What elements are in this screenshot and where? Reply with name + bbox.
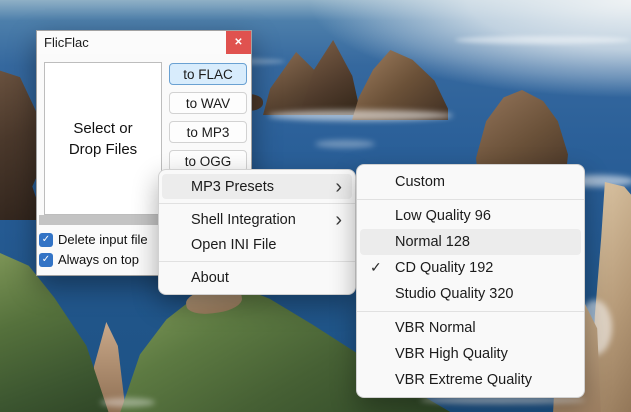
drop-area-text: Drop Files: [69, 139, 137, 160]
menu-item-label: Open INI File: [191, 237, 276, 253]
window-title: FlicFlac: [44, 35, 89, 50]
checkbox-checked-icon: ✓: [39, 253, 53, 267]
to-wav-button[interactable]: to WAV: [169, 92, 247, 114]
submenu-item-custom[interactable]: Custom: [360, 169, 581, 195]
submenu-item-vbr-extreme-quality[interactable]: VBR Extreme Quality: [360, 367, 581, 393]
to-flac-button[interactable]: to FLAC: [169, 63, 247, 85]
desktop: FlicFlac ✕ Select or Drop Files to FLAC …: [0, 0, 631, 412]
submenu-item-normal-128[interactable]: Normal 128: [360, 229, 581, 255]
submenu-item-low-quality-96[interactable]: Low Quality 96: [360, 203, 581, 229]
menu-item-label: VBR Normal: [395, 320, 476, 336]
checkbox-always-on-top[interactable]: ✓ Always on top: [39, 252, 139, 267]
foam: [315, 140, 375, 148]
menu-item-label: CD Quality 192: [395, 260, 493, 276]
drop-area-text: Select or: [69, 118, 137, 139]
menu-item-label: MP3 Presets: [191, 179, 274, 195]
menu-item-mp3-presets[interactable]: MP3 Presets ›: [162, 174, 352, 199]
submenu-item-vbr-normal[interactable]: VBR Normal: [360, 315, 581, 341]
checkmark-icon: ✓: [370, 259, 382, 276]
menu-item-shell-integration[interactable]: Shell Integration ›: [162, 207, 352, 232]
checkbox-checked-icon: ✓: [39, 233, 53, 247]
submenu-item-cd-quality-192[interactable]: ✓ CD Quality 192: [360, 255, 581, 281]
chevron-right-icon: ›: [335, 180, 342, 194]
menu-separator: [159, 203, 355, 204]
menu-separator: [159, 261, 355, 262]
wave-streak: [455, 36, 631, 44]
mp3-presets-submenu: Custom Low Quality 96 Normal 128 ✓ CD Qu…: [356, 164, 585, 398]
menu-item-open-ini-file[interactable]: Open INI File: [162, 232, 352, 257]
checkbox-label: Delete input file: [58, 232, 148, 247]
submenu-item-vbr-high-quality[interactable]: VBR High Quality: [360, 341, 581, 367]
menu-item-label: About: [191, 270, 229, 286]
menu-item-label: Shell Integration: [191, 212, 296, 228]
menu-item-label: Studio Quality 320: [395, 286, 514, 302]
menu-separator: [357, 199, 584, 200]
menu-separator: [357, 311, 584, 312]
checkbox-label: Always on top: [58, 252, 139, 267]
submenu-item-studio-quality-320[interactable]: Studio Quality 320: [360, 281, 581, 307]
close-button[interactable]: ✕: [226, 31, 251, 54]
menu-item-label: Low Quality 96: [395, 208, 491, 224]
close-icon: ✕: [234, 37, 242, 48]
foam: [100, 398, 155, 407]
context-menu: MP3 Presets › Shell Integration › Open I…: [158, 169, 356, 295]
menu-item-label: VBR Extreme Quality: [395, 372, 532, 388]
menu-item-label: VBR High Quality: [395, 346, 508, 362]
menu-item-label: Custom: [395, 174, 445, 190]
foam: [268, 110, 453, 121]
menu-item-label: Normal 128: [395, 234, 470, 250]
to-mp3-button[interactable]: to MP3: [169, 121, 247, 143]
menu-item-about[interactable]: About: [162, 265, 352, 290]
title-bar[interactable]: FlicFlac ✕: [37, 31, 251, 54]
chevron-right-icon: ›: [335, 213, 342, 227]
checkbox-delete-input-file[interactable]: ✓ Delete input file: [39, 232, 148, 247]
file-drop-area[interactable]: Select or Drop Files: [44, 62, 162, 215]
